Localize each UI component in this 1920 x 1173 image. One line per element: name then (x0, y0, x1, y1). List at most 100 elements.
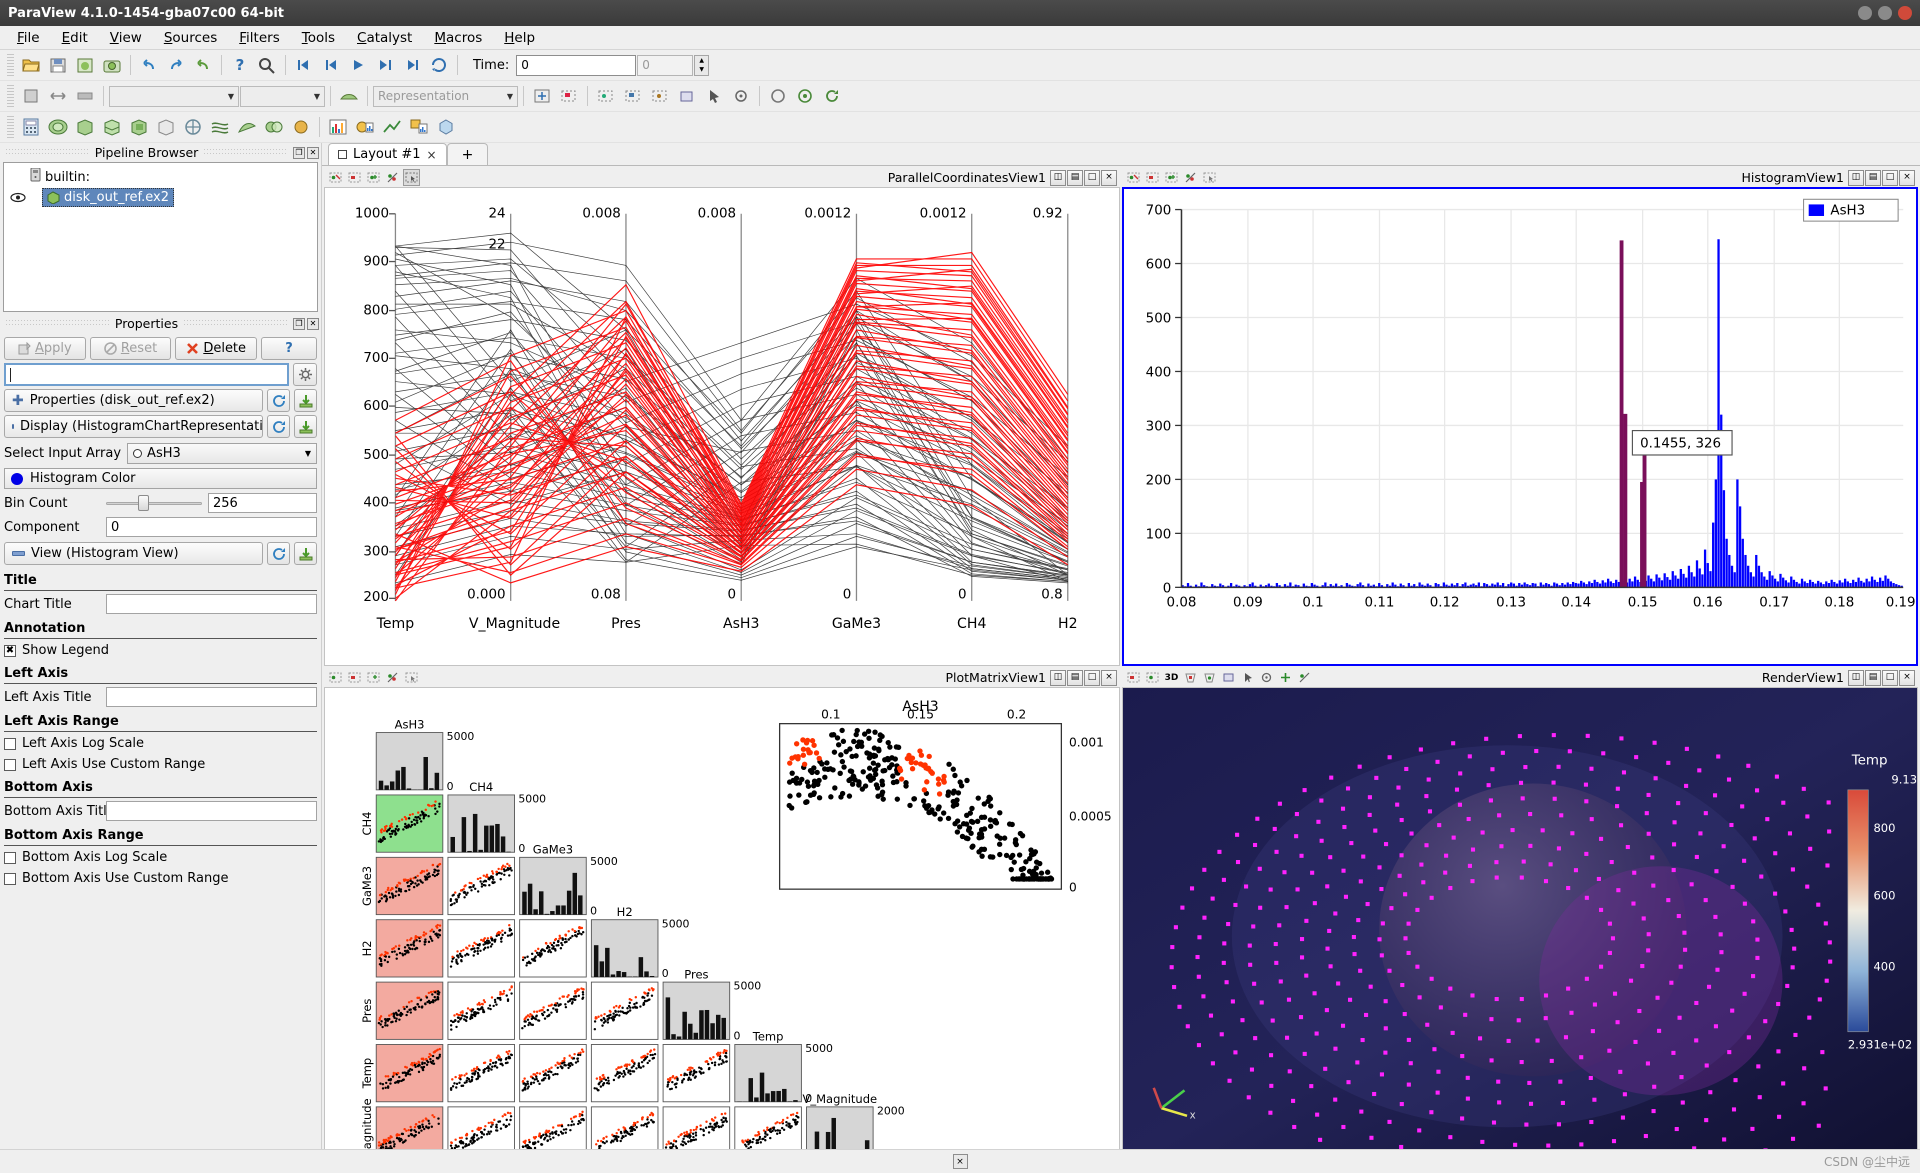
pm-split-vertical-button[interactable]: ▤ (1067, 670, 1083, 686)
pipeline-browser[interactable]: builtin: disk_out_ref.ex2 (3, 162, 318, 312)
pc-select-points-icon[interactable] (327, 169, 344, 186)
bottom-axis-log-checkbox[interactable] (4, 852, 16, 864)
representation-combo[interactable]: Representation ▼ (373, 86, 518, 107)
menu-filters[interactable]: Filters (228, 27, 290, 49)
zoom-to-data-icon[interactable] (792, 83, 818, 109)
redo-icon[interactable] (163, 52, 189, 78)
component-input[interactable]: 0 (106, 517, 317, 537)
extract-subset-icon[interactable] (153, 114, 179, 140)
left-axis-log-row[interactable]: Left Axis Log Scale (0, 733, 321, 754)
rv-select-cells-icon[interactable] (1125, 669, 1142, 686)
properties-search-input[interactable] (4, 363, 289, 386)
plot-matrix-canvas[interactable]: AsH350000CH450000GaMe350000H250000Pres50… (324, 687, 1120, 1149)
pm-select-cells-icon[interactable] (346, 669, 363, 686)
hist-maximize-button[interactable]: □ (1882, 170, 1898, 186)
pm-add-selection-icon[interactable] (365, 669, 382, 686)
pc-rubber-band-icon[interactable] (403, 169, 420, 186)
save-screenshot-icon[interactable] (99, 52, 125, 78)
plot-selection-icon[interactable] (406, 114, 432, 140)
rv-split-vertical-button[interactable]: ▤ (1865, 670, 1881, 686)
show-legend-checkbox[interactable]: ✖ (4, 645, 16, 657)
open-file-icon[interactable] (18, 52, 44, 78)
first-frame-icon[interactable] (291, 52, 317, 78)
toolbar-grip-3[interactable] (7, 116, 14, 138)
section-display-button[interactable]: Display (HistogramChartRepresentation) (4, 415, 263, 438)
pipeline-float-icon[interactable]: ❐ (293, 147, 305, 159)
eye-icon[interactable] (10, 190, 26, 204)
view-restore-defaults-icon[interactable] (267, 542, 290, 565)
pc-split-horizontal-button[interactable]: ◫ (1050, 170, 1066, 186)
histogram-view-icon[interactable] (325, 114, 351, 140)
properties-float-icon[interactable]: ❐ (293, 318, 305, 330)
hist-select-cells-icon[interactable] (1144, 169, 1161, 186)
render-view-canvas[interactable]: x Temp 9.132e+02 800 600 400 (1122, 687, 1918, 1149)
maximize-button[interactable] (1878, 6, 1892, 20)
rv-3d-label[interactable]: 3D (1163, 669, 1180, 686)
group-datasets-icon[interactable] (261, 114, 287, 140)
clip-icon[interactable] (72, 114, 98, 140)
hist-rubber-band-icon[interactable] (1201, 169, 1218, 186)
select-cells-icon[interactable] (556, 83, 582, 109)
play-icon[interactable] (345, 52, 371, 78)
last-frame-icon[interactable] (399, 52, 425, 78)
pipeline-close-icon[interactable]: ✕ (307, 147, 319, 159)
pm-split-horizontal-button[interactable]: ◫ (1050, 670, 1066, 686)
pm-close-button[interactable]: × (1101, 670, 1117, 686)
section-properties-button[interactable]: ✚ Properties (disk_out_ref.ex2) (4, 389, 263, 412)
show-center-icon[interactable] (529, 83, 555, 109)
pipeline-selected-item[interactable]: disk_out_ref.ex2 (42, 188, 174, 207)
pm-clear-selection-icon[interactable] (384, 669, 401, 686)
tab-close-icon[interactable]: × (427, 148, 437, 162)
minimize-button[interactable] (1858, 6, 1872, 20)
plot-data-icon[interactable] (352, 114, 378, 140)
hist-split-horizontal-button[interactable]: ◫ (1848, 170, 1864, 186)
hist-clear-selection-icon[interactable] (1182, 169, 1199, 186)
select-points-icon[interactable] (593, 83, 619, 109)
show-legend-row[interactable]: ✖ Show Legend (0, 640, 321, 661)
add-layout-tab[interactable]: + (447, 143, 489, 165)
extract-level-icon[interactable] (288, 114, 314, 140)
surface-color-icon[interactable] (336, 83, 362, 109)
bottom-axis-custom-row[interactable]: Bottom Axis Use Custom Range (0, 868, 321, 889)
rv-split-horizontal-button[interactable]: ◫ (1848, 670, 1864, 686)
menu-macros[interactable]: Macros (423, 27, 493, 49)
bottom-axis-custom-checkbox[interactable] (4, 873, 16, 885)
bottom-axis-title-input[interactable] (106, 801, 317, 821)
rv-interactive-select-icon[interactable] (1239, 669, 1256, 686)
menu-sources[interactable]: Sources (153, 27, 228, 49)
pc-maximize-button[interactable]: □ (1084, 170, 1100, 186)
select-block-icon[interactable] (674, 83, 700, 109)
delete-button[interactable]: Delete (175, 337, 257, 360)
tab-layout-1[interactable]: Layout #1 × (328, 143, 447, 165)
help-icon[interactable]: ? (227, 52, 253, 78)
bin-count-slider[interactable] (106, 494, 202, 512)
time-input[interactable]: 0 (516, 55, 636, 76)
time-index-input[interactable]: 0 (637, 55, 693, 76)
section-view-button[interactable]: View (Histogram View) (4, 542, 263, 565)
display-restore-defaults-icon[interactable] (267, 415, 290, 438)
histogram-color-button[interactable]: Histogram Color (4, 468, 317, 489)
spreadsheet-view-icon[interactable] (433, 114, 459, 140)
pc-clear-selection-icon[interactable] (384, 169, 401, 186)
warp-icon[interactable] (234, 114, 260, 140)
select-cells-through-icon[interactable] (620, 83, 646, 109)
rv-maximize-button[interactable]: □ (1882, 670, 1898, 686)
hist-add-selection-icon[interactable] (1163, 169, 1180, 186)
previous-frame-icon[interactable] (318, 52, 344, 78)
edit-color-map-icon[interactable] (72, 83, 98, 109)
pc-add-selection-icon[interactable] (365, 169, 382, 186)
interactive-select-icon[interactable] (701, 83, 727, 109)
pm-maximize-button[interactable]: □ (1084, 670, 1100, 686)
plot-over-line-icon[interactable] (379, 114, 405, 140)
menu-help[interactable]: Help (493, 27, 546, 49)
reset-button[interactable]: Reset (90, 337, 172, 360)
rv-close-button[interactable]: × (1899, 670, 1915, 686)
pm-select-points-icon[interactable] (327, 669, 344, 686)
hist-select-points-icon[interactable] (1125, 169, 1142, 186)
bottom-axis-log-row[interactable]: Bottom Axis Log Scale (0, 847, 321, 868)
rv-select-blocks-icon[interactable] (1220, 669, 1237, 686)
menu-tools[interactable]: Tools (291, 27, 346, 49)
pc-close-button[interactable]: × (1101, 170, 1117, 186)
pc-split-vertical-button[interactable]: ▤ (1067, 170, 1083, 186)
properties-help-button[interactable]: ? (261, 337, 317, 360)
